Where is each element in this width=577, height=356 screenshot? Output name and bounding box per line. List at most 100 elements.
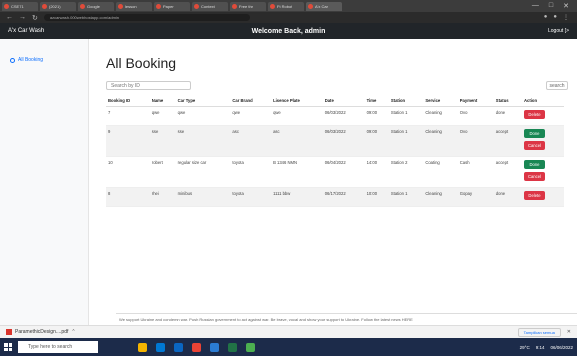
browser-tab-label: (2021) — [49, 3, 61, 9]
browser-tab[interactable]: lesson — [116, 1, 152, 11]
table-cell: qwe — [271, 106, 323, 126]
favicon-icon — [270, 3, 275, 9]
menu-icon[interactable]: ⋮ — [563, 14, 569, 21]
table-cell: accept — [493, 125, 522, 157]
cancel-button[interactable]: Cancel — [523, 141, 545, 150]
column-header: Lisence Plate — [271, 95, 323, 107]
browser-tab[interactable]: Context — [192, 1, 228, 11]
browser-tab-strip: CSE71 (2021) Google lesson Paper Context Free … — [0, 0, 577, 12]
action-cell: Done Cancel — [521, 125, 564, 157]
taskbar-search[interactable]: Type here to search — [18, 341, 98, 353]
column-header: Name — [149, 95, 176, 107]
weather-text[interactable]: 29°C — [520, 345, 530, 350]
search-button[interactable]: search — [546, 81, 568, 90]
ukraine-notice: We support Ukraine and condemn war. Push… — [116, 313, 577, 325]
table-cell: 1111 bbw — [271, 187, 323, 207]
browser-tab-label: Context — [201, 3, 215, 9]
app-icon[interactable] — [246, 342, 255, 352]
url-field[interactable]: azcarwash.000webhostapp.com/admin — [43, 14, 250, 21]
delete-button[interactable]: Delete — [523, 110, 545, 119]
store-icon[interactable] — [174, 342, 183, 352]
browser-tab[interactable]: Free thr — [230, 1, 266, 11]
delete-button[interactable]: Delete — [523, 191, 545, 200]
chevron-up-icon[interactable]: ⌃ — [71, 329, 75, 335]
table-header-row: Booking ID Name Car Type Car Brand Lisence P… — [106, 95, 564, 107]
window-controls: — □ ✕ — [532, 2, 577, 10]
favicon-icon — [118, 3, 123, 9]
word-icon[interactable] — [210, 342, 219, 352]
windows-taskbar: Type here to search 29°C 9:14 06/06/2022 — [0, 338, 577, 356]
browser-toolbar-icons: ● ● ⋮ — [544, 14, 577, 21]
column-header: Status — [493, 95, 522, 107]
table-cell: qwe — [230, 106, 272, 126]
download-bar: ParamethicDesign....pdf ⌃ Tampilkan semu… — [0, 325, 577, 338]
action-cell: Delete — [521, 106, 564, 126]
clock-time[interactable]: 9:14 — [536, 345, 545, 350]
sidebar-item-all-booking[interactable]: All Booking — [10, 57, 88, 63]
browser-tab-label: CSE71 — [11, 3, 24, 9]
clock-date[interactable]: 06/06/2022 — [550, 345, 573, 350]
table-cell: rhei — [149, 187, 176, 207]
column-header: Station — [388, 95, 424, 107]
table-cell: asc — [271, 125, 323, 157]
column-header: Time — [364, 95, 389, 107]
browser-tab-label: Google — [87, 3, 100, 9]
browser-tab[interactable]: CSE71 — [2, 1, 38, 11]
browser-tab-label: Free thr — [239, 3, 254, 9]
forward-icon[interactable]: → — [19, 14, 26, 21]
browser-tab[interactable]: Google — [78, 1, 114, 11]
favicon-icon — [4, 3, 9, 9]
close-downloads-icon[interactable]: ✕ — [567, 329, 571, 335]
main-content: All Booking search Booking IDNameCar Typ… — [96, 39, 568, 207]
cancel-button[interactable]: Cancel — [523, 172, 545, 181]
taskbar-apps — [138, 342, 255, 352]
table-cell: asc — [230, 125, 272, 157]
extension-icon[interactable]: ● — [544, 14, 548, 21]
table-cell: 06/04/2022 — [322, 156, 365, 188]
table-cell: Ovo — [457, 106, 494, 126]
table-cell: qwe — [149, 106, 176, 126]
reload-icon[interactable]: ↻ — [32, 14, 38, 22]
maximize-icon[interactable]: □ — [549, 2, 553, 10]
browser-address-bar: ← → ↻ azcarwash.000webhostapp.com/admin … — [0, 12, 577, 23]
table-row: 10 robert regular size car toyota B 1346 NMN… — [106, 156, 564, 188]
table-cell: accept — [493, 156, 522, 188]
browser-tab[interactable]: Paper — [154, 1, 190, 11]
excel-icon[interactable] — [228, 342, 237, 352]
file-explorer-icon[interactable] — [138, 342, 147, 352]
sidebar-item-label: All Booking — [18, 57, 44, 63]
show-all-button[interactable]: Tampilkan semua — [517, 327, 561, 337]
browser-tab[interactable]: (2021) — [40, 1, 76, 11]
column-header: Service — [423, 95, 458, 107]
download-filename: ParamethicDesign....pdf — [15, 329, 69, 335]
table-cell: 10:00 — [364, 187, 389, 207]
table-cell: sse — [149, 125, 176, 157]
browser-tab[interactable]: Ft Robot — [268, 1, 304, 11]
table-cell: done — [493, 187, 522, 207]
browser-tab-label: Ft Robot — [277, 3, 293, 9]
pdf-icon — [6, 329, 12, 335]
done-button[interactable]: Done — [523, 129, 545, 138]
table-cell: toyota — [230, 156, 272, 188]
close-icon[interactable]: ✕ — [563, 2, 569, 10]
chrome-icon[interactable] — [192, 342, 201, 352]
table-cell: minibus — [175, 187, 231, 207]
column-header: Car Type — [175, 95, 231, 107]
windows-start-icon[interactable] — [4, 343, 12, 351]
table-cell: Station 1 — [388, 125, 424, 157]
minimize-icon[interactable]: — — [532, 2, 539, 10]
table-cell: Cleaning — [423, 125, 458, 157]
booking-icon — [10, 57, 15, 63]
download-item[interactable]: ParamethicDesign....pdf ⌃ — [6, 329, 76, 335]
table-cell: Cleaning — [423, 187, 458, 207]
edge-icon[interactable] — [156, 342, 165, 352]
browser-tab-label: Paper — [163, 3, 174, 9]
browser-tab[interactable]: A'x Car — [306, 1, 342, 11]
table-cell: done — [493, 106, 522, 126]
back-icon[interactable]: ← — [6, 14, 13, 21]
profile-icon[interactable]: ● — [553, 14, 557, 21]
done-button[interactable]: Done — [523, 160, 545, 169]
search-input[interactable] — [106, 81, 191, 90]
page-title: All Booking — [106, 55, 177, 71]
table-cell: Cleaning — [423, 106, 458, 126]
